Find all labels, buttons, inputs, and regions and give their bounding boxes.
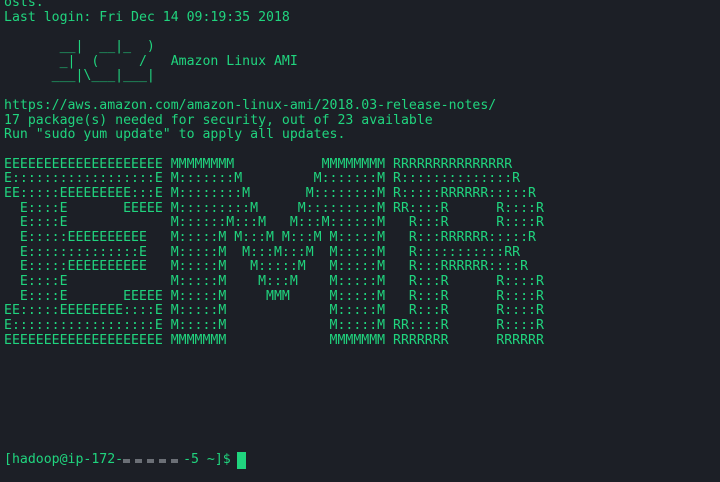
text-cursor[interactable] [236, 451, 246, 469]
shell-prompt[interactable]: [hadoop@ip-172- -5 ~]$ [4, 451, 246, 469]
emr-banner-line: EEEEEEEEEEEEEEEEEEEE MMMMMMM MMMMMMM RRR… [4, 332, 544, 348]
prompt-prefix: [hadoop@ip-172- [4, 452, 124, 468]
terminal-window[interactable]: osts. Last login: Fri Dec 14 09:19:35 20… [0, 0, 720, 482]
redacted-ip [123, 459, 184, 463]
prompt-suffix: -5 ~]$ [183, 452, 231, 468]
